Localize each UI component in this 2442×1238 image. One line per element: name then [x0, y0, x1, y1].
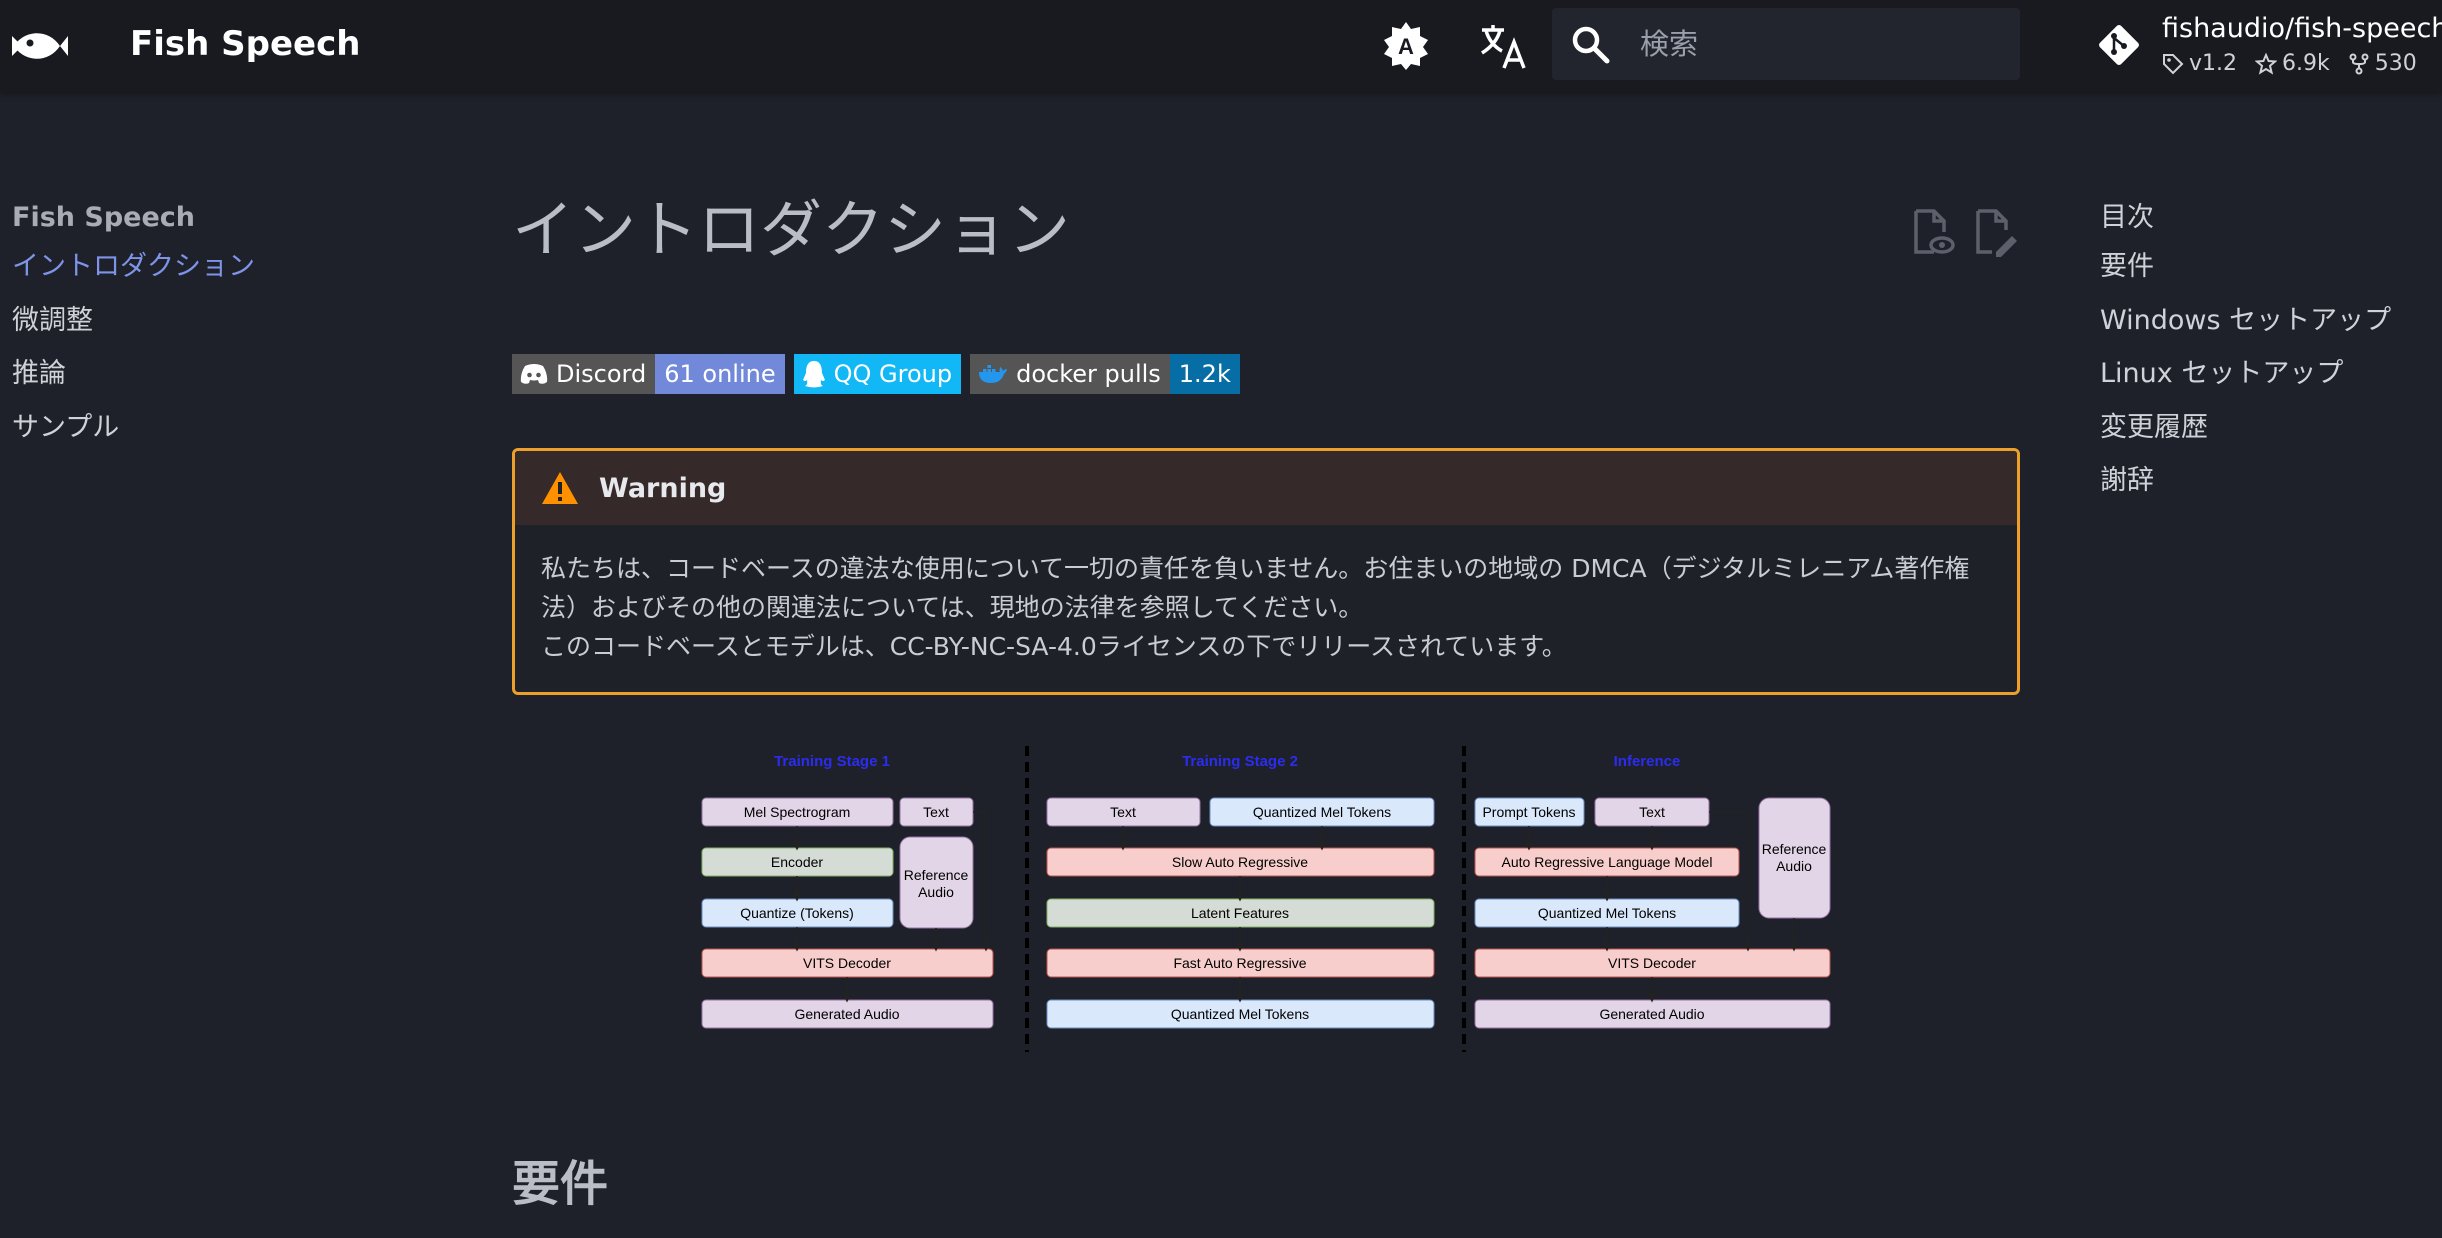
- box-prompt-tokens: Prompt Tokens: [1482, 804, 1575, 820]
- repo-forks-text: 530: [2374, 51, 2417, 76]
- box-reference-audio-4: Audio: [1776, 858, 1812, 874]
- repo-facts: v1.2 6.9k 530: [2162, 50, 2417, 78]
- box-latent-features: Latent Features: [1191, 905, 1289, 921]
- box-reference-audio-3: Reference: [1762, 841, 1827, 857]
- box-reference-audio-2: Audio: [918, 884, 954, 900]
- palette-toggle-icon[interactable]: A: [1380, 20, 1432, 72]
- warning-text-line2: このコードベースとモデルは、CC-BY-NC-SA-4.0ライセンスの下でリリー…: [541, 632, 1567, 661]
- page-title: イントロダクション: [512, 193, 1071, 266]
- box-vits-decoder-inf: VITS Decoder: [1608, 955, 1696, 971]
- fork-icon: [2349, 53, 2369, 75]
- view-source-icon[interactable]: [1910, 208, 1956, 258]
- warning-text-line1: 私たちは、コードベースの違法な使用について一切の責任を負いません。お住まいの地域…: [541, 554, 1970, 622]
- discord-badge[interactable]: Discord 61 online: [512, 354, 785, 394]
- toc-item-requirements[interactable]: 要件: [2100, 240, 2440, 294]
- toc-item-changelog[interactable]: 変更履歴: [2100, 401, 2440, 455]
- repo-name: fishaudio/fish-speech: [2162, 13, 2442, 44]
- edit-page-icon[interactable]: [1972, 208, 2018, 258]
- repo-forks: 530: [2348, 50, 2417, 78]
- box-text-2: Text: [1110, 804, 1136, 820]
- architecture-diagram: Training Stage 1 Training Stage 2 Infere…: [701, 746, 1831, 1052]
- box-quantize: Quantize (Tokens): [740, 905, 854, 921]
- box-generated-audio-inf: Generated Audio: [1599, 1006, 1704, 1022]
- repo-stars-text: 6.9k: [2282, 51, 2330, 76]
- docker-badge-label-box: docker pulls: [970, 354, 1170, 394]
- box-reference-audio-1: Reference: [904, 867, 969, 883]
- nav-section-title: Fish Speech: [12, 202, 196, 233]
- box-vits-decoder: VITS Decoder: [803, 955, 891, 971]
- badge-row: Discord 61 online QQ Group docker pulls …: [512, 354, 1240, 394]
- toc-item-windows-setup[interactable]: Windows セットアップ: [2100, 294, 2440, 348]
- star-icon: [2255, 53, 2278, 75]
- stage1-title: Training Stage 1: [774, 753, 890, 770]
- qq-icon: [802, 361, 825, 388]
- warning-title: Warning: [599, 472, 727, 504]
- nav-item-finetune[interactable]: 微調整: [12, 294, 312, 348]
- box-text: Text: [923, 804, 949, 820]
- warning-title-bar: Warning: [515, 451, 2017, 525]
- stage2-group: Text Quantized Mel Tokens Slow Auto Regr…: [1046, 797, 1435, 1029]
- repo-version-text: v1.2: [2189, 51, 2238, 76]
- box-mel-spectrogram: Mel Spectrogram: [744, 804, 851, 820]
- box-quantized-mel-tokens-inf: Quantized Mel Tokens: [1538, 905, 1676, 921]
- search-icon: [1572, 26, 1610, 64]
- fish-logo-icon[interactable]: [10, 22, 68, 70]
- box-quantized-mel-tokens: Quantized Mel Tokens: [1253, 804, 1391, 820]
- docker-badge-value: 1.2k: [1169, 354, 1240, 394]
- docker-pulls-badge[interactable]: docker pulls 1.2k: [970, 354, 1240, 394]
- toc-item-linux-setup[interactable]: Linux セットアップ: [2100, 347, 2440, 401]
- box-fast-auto-regressive: Fast Auto Regressive: [1173, 955, 1306, 971]
- box-auto-regressive-lm: Auto Regressive Language Model: [1502, 854, 1713, 870]
- stage2-title: Training Stage 2: [1182, 753, 1298, 770]
- box-generated-audio: Generated Audio: [794, 1006, 899, 1022]
- nav-item-introduction[interactable]: イントロダクション: [12, 240, 312, 294]
- translate-icon[interactable]: [1478, 20, 1530, 72]
- tag-icon: [2163, 54, 2184, 75]
- table-of-contents: 目次 要件 Windows セットアップ Linux セットアップ 変更履歴 謝…: [2100, 196, 2440, 508]
- discord-badge-value: 61 online: [655, 354, 785, 394]
- warning-icon: [542, 472, 578, 504]
- box-quantized-mel-tokens-out: Quantized Mel Tokens: [1171, 1006, 1309, 1022]
- box-text-3: Text: [1639, 804, 1665, 820]
- discord-icon: [520, 364, 548, 384]
- svg-text:A: A: [1398, 34, 1414, 59]
- primary-nav: Fish Speech イントロダクション 微調整 推論 サンプル: [12, 196, 312, 454]
- section-title-requirements: 要件: [512, 1156, 609, 1212]
- discord-badge-label: Discord: [556, 360, 647, 388]
- repo-version: v1.2: [2162, 50, 2237, 78]
- docker-icon: [979, 365, 1008, 383]
- nav-item-samples[interactable]: サンプル: [12, 401, 312, 455]
- warning-body: 私たちは、コードベースの違法な使用について一切の責任を負いません。お住まいの地域…: [515, 525, 2017, 666]
- repo-stars: 6.9k: [2255, 50, 2330, 78]
- warning-admonition: Warning 私たちは、コードベースの違法な使用について一切の責任を負いません…: [512, 448, 2020, 695]
- repo-link[interactable]: fishaudio/fish-speech v1.2 6.9k 530: [2096, 10, 2442, 82]
- toc-title: 目次: [2100, 202, 2154, 233]
- inference-title: Inference: [1614, 753, 1681, 770]
- inference-group: Prompt Tokens Text Reference Audio Auto …: [1474, 797, 1831, 1029]
- search-input[interactable]: 検索: [1552, 8, 2020, 80]
- search-placeholder: 検索: [1640, 27, 1699, 61]
- site-title[interactable]: Fish Speech: [130, 20, 360, 68]
- qq-group-badge[interactable]: QQ Group: [793, 354, 962, 394]
- toc-item-acknowledgements[interactable]: 謝辞: [2100, 454, 2440, 508]
- git-icon: [2099, 25, 2139, 65]
- nav-item-inference[interactable]: 推論: [12, 347, 312, 401]
- box-slow-auto-regressive: Slow Auto Regressive: [1172, 854, 1308, 870]
- box-encoder: Encoder: [771, 854, 823, 870]
- stage1-group: Mel Spectrogram Text Encoder Reference A…: [701, 797, 994, 1029]
- qq-badge-label: QQ Group: [833, 360, 953, 388]
- qq-badge-label-box: QQ Group: [793, 354, 962, 394]
- top-header: Fish Speech A 検索 fishaudio/fish-speech v…: [0, 0, 2442, 92]
- docker-badge-label: docker pulls: [1016, 360, 1161, 388]
- discord-badge-label-box: Discord: [512, 354, 656, 394]
